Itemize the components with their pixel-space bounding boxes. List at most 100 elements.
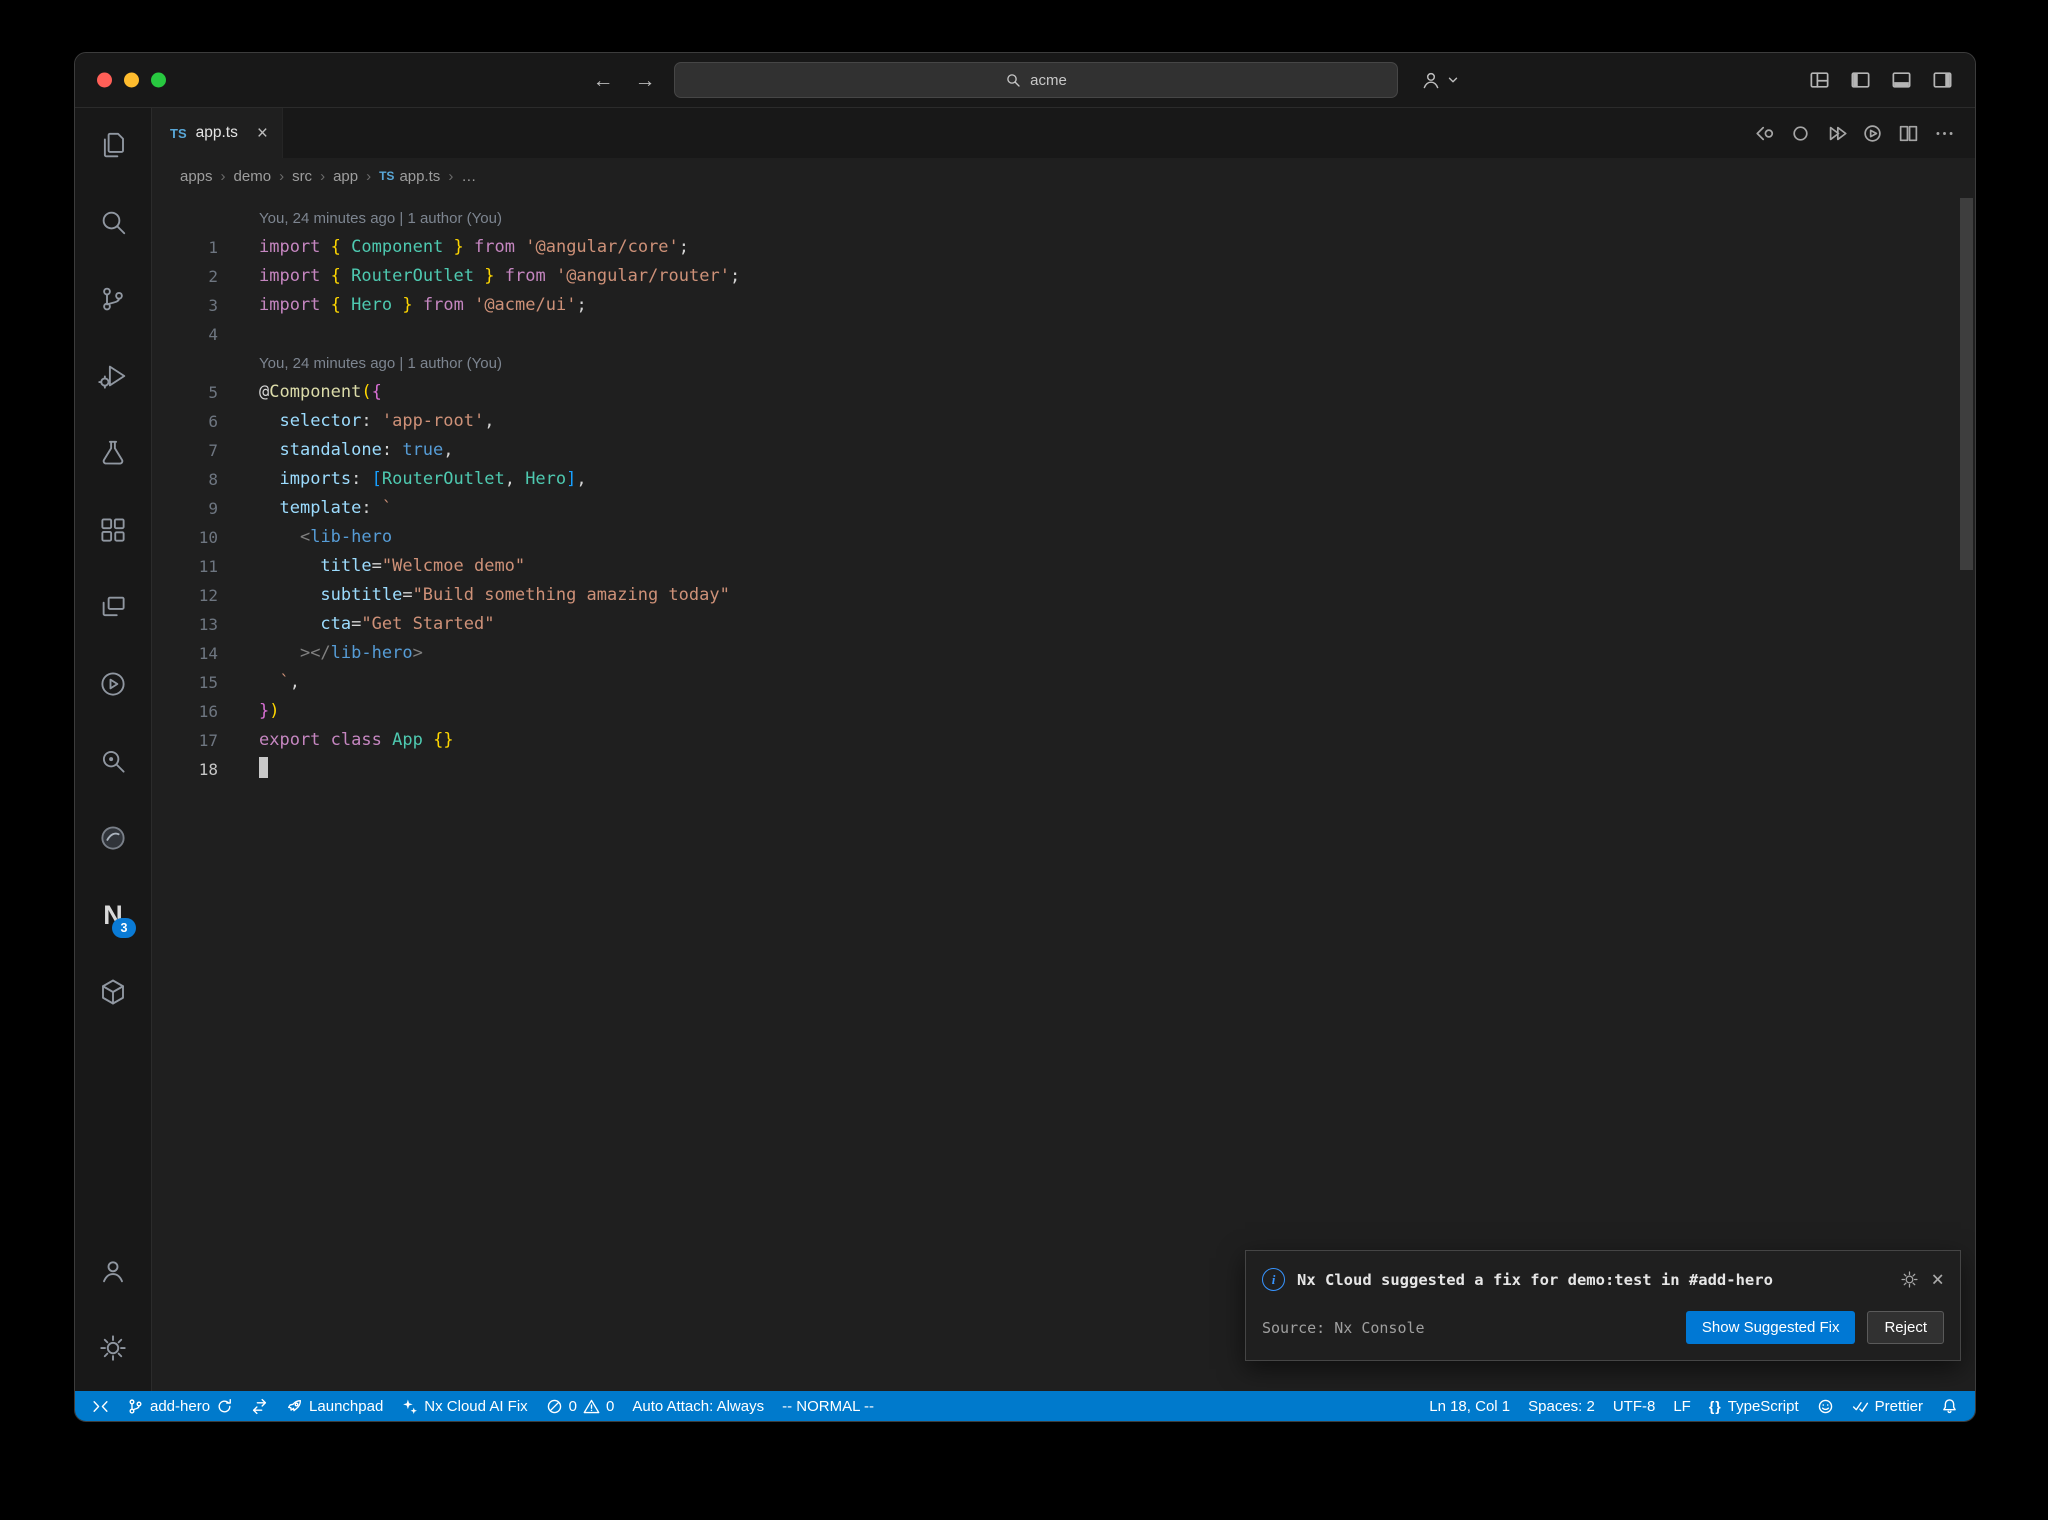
open-changes-button[interactable] bbox=[1754, 123, 1775, 144]
command-center-group: ← → acme bbox=[590, 62, 1460, 98]
blame-annotation[interactable]: You, 24 minutes ago | 1 author (You) bbox=[152, 349, 1975, 378]
gear-icon bbox=[98, 1333, 128, 1363]
code-line-2[interactable]: 2 import { RouterOutlet } from '@angular/… bbox=[152, 262, 1975, 291]
activity-azure[interactable] bbox=[89, 813, 137, 863]
code-line-9[interactable]: 9 template: ` bbox=[152, 494, 1975, 523]
breadcrumb-separator: › bbox=[366, 167, 372, 185]
customize-layout-button[interactable] bbox=[1809, 70, 1830, 91]
branch-icon bbox=[127, 1398, 144, 1415]
scrollbar-thumb[interactable] bbox=[1960, 198, 1973, 570]
activity-run-debug[interactable] bbox=[89, 351, 137, 401]
line-number: 6 bbox=[208, 412, 218, 431]
sparkle-icon bbox=[401, 1398, 418, 1415]
code-line-14[interactable]: 14 ></lib-hero> bbox=[152, 639, 1975, 668]
editor-actions bbox=[1754, 108, 1975, 158]
toggle-panel-button[interactable] bbox=[1891, 70, 1912, 91]
toggle-secondary-sidebar-button[interactable] bbox=[1932, 70, 1953, 91]
status-git-branch[interactable]: add-hero bbox=[118, 1391, 242, 1421]
run-all-button[interactable] bbox=[1826, 123, 1847, 144]
breadcrumb-item[interactable]: TS app.ts bbox=[379, 168, 440, 185]
more-actions-button[interactable] bbox=[1934, 123, 1955, 144]
status-notifications-bell[interactable] bbox=[1932, 1391, 1967, 1421]
activity-code-runner[interactable] bbox=[89, 659, 137, 709]
activity-search-editor[interactable] bbox=[89, 736, 137, 786]
minimize-window-button[interactable] bbox=[124, 72, 139, 88]
activity-bar: N3 bbox=[75, 108, 152, 1391]
code-line-18[interactable]: 18 bbox=[152, 755, 1975, 784]
run-button[interactable] bbox=[1862, 123, 1883, 144]
status-prettier[interactable]: Prettier bbox=[1843, 1391, 1932, 1421]
account-menu-button[interactable] bbox=[1420, 69, 1460, 91]
code-line-16[interactable]: 16}) bbox=[152, 697, 1975, 726]
code-line-1[interactable]: 1 import { Component } from '@angular/cor… bbox=[152, 233, 1975, 262]
status-vim-mode[interactable]: -- NORMAL -- bbox=[773, 1391, 883, 1421]
status-problems[interactable]: 00 bbox=[537, 1391, 624, 1421]
line-number: 2 bbox=[208, 267, 218, 286]
code-line-13[interactable]: 13 cta="Get Started" bbox=[152, 610, 1975, 639]
code-line-5[interactable]: 5 @Component({ bbox=[152, 378, 1975, 407]
breadcrumb-item[interactable]: demo bbox=[234, 168, 272, 185]
breadcrumb-item[interactable]: app bbox=[333, 168, 358, 185]
close-window-button[interactable] bbox=[97, 72, 112, 88]
tab-app-ts[interactable]: TS app.ts × bbox=[152, 108, 283, 158]
status-encoding[interactable]: UTF-8 bbox=[1604, 1391, 1665, 1421]
code-rows: You, 24 minutes ago | 1 author (You) 1 imp… bbox=[152, 194, 1975, 784]
windows-icon bbox=[98, 592, 128, 622]
breadcrumb-item[interactable]: … bbox=[461, 168, 476, 185]
activity-explorer[interactable] bbox=[89, 120, 137, 170]
status-feedback[interactable] bbox=[1808, 1391, 1843, 1421]
activity-search[interactable] bbox=[89, 197, 137, 247]
code-line-11[interactable]: 11 title="Welcmoe demo" bbox=[152, 552, 1975, 581]
code-line-4[interactable]: 4 bbox=[152, 320, 1975, 349]
reject-button[interactable]: Reject bbox=[1867, 1311, 1944, 1344]
code-line-10[interactable]: 10 <lib-hero bbox=[152, 523, 1975, 552]
status-eol[interactable]: LF bbox=[1664, 1391, 1700, 1421]
activity-settings[interactable] bbox=[89, 1323, 137, 1373]
show-suggested-fix-button[interactable]: Show Suggested Fix bbox=[1685, 1311, 1856, 1344]
breadcrumb-separator: › bbox=[220, 167, 226, 185]
split-editor-button[interactable] bbox=[1898, 123, 1919, 144]
status-language-mode[interactable]: {} TypeScript bbox=[1700, 1391, 1808, 1421]
line-number: 8 bbox=[208, 470, 218, 489]
status-nx-cloud-ai-fix[interactable]: Nx Cloud AI Fix bbox=[392, 1391, 536, 1421]
activity-accounts[interactable] bbox=[89, 1246, 137, 1296]
circle-outline-icon bbox=[1793, 125, 1808, 141]
command-center-search[interactable]: acme bbox=[674, 62, 1398, 98]
status-auto-attach[interactable]: Auto Attach: Always bbox=[623, 1391, 773, 1421]
activity-testing[interactable] bbox=[89, 428, 137, 478]
code-line-6[interactable]: 6 selector: 'app-root', bbox=[152, 407, 1975, 436]
code-line-7[interactable]: 7 standalone: true, bbox=[152, 436, 1975, 465]
status-remote-indicator[interactable] bbox=[83, 1391, 118, 1421]
status-launchpad[interactable]: Launchpad bbox=[277, 1391, 392, 1421]
navigate-forward-button[interactable]: → bbox=[632, 70, 658, 91]
line-number: 3 bbox=[208, 296, 218, 315]
activity-nx-console[interactable]: N3 bbox=[89, 890, 137, 940]
status-cursor-position[interactable]: Ln 18, Col 1 bbox=[1420, 1391, 1519, 1421]
circle-outline-button[interactable] bbox=[1790, 123, 1811, 144]
navigate-back-button[interactable]: ← bbox=[590, 70, 616, 91]
code-line-3[interactable]: 3 import { Hero } from '@acme/ui'; bbox=[152, 291, 1975, 320]
editor[interactable]: You, 24 minutes ago | 1 author (You) 1 imp… bbox=[152, 194, 1975, 1391]
activity-extensions[interactable] bbox=[89, 505, 137, 555]
line-number: 9 bbox=[208, 499, 218, 518]
blame-annotation[interactable]: You, 24 minutes ago | 1 author (You) bbox=[152, 204, 1975, 233]
code-line-15[interactable]: 15 `, bbox=[152, 668, 1975, 697]
code-line-17[interactable]: 17 export class App {} bbox=[152, 726, 1975, 755]
activity-remote-explorer[interactable] bbox=[89, 582, 137, 632]
breadcrumb-item[interactable]: apps bbox=[180, 168, 213, 185]
breadcrumb-item[interactable]: src bbox=[292, 168, 312, 185]
close-tab-button[interactable]: × bbox=[257, 124, 268, 143]
zoom-window-button[interactable] bbox=[151, 72, 166, 88]
source-control-icon bbox=[98, 284, 128, 314]
notification-settings-icon[interactable] bbox=[1900, 1270, 1919, 1289]
toggle-primary-sidebar-button[interactable] bbox=[1850, 70, 1871, 91]
activity-source-control[interactable] bbox=[89, 274, 137, 324]
code-line-12[interactable]: 12 subtitle="Build something amazing tod… bbox=[152, 581, 1975, 610]
notification-close-icon[interactable]: × bbox=[1931, 1269, 1944, 1290]
notification-toast: i Nx Cloud suggested a fix for demo:test… bbox=[1245, 1250, 1961, 1361]
code-line-8[interactable]: 8 imports: [RouterOutlet, Hero], bbox=[152, 465, 1975, 494]
status-compare-status[interactable] bbox=[242, 1391, 277, 1421]
vscode-window: ← → acme N3 TS app.ts × apps › demo › sr… bbox=[74, 52, 1976, 1422]
status-indentation[interactable]: Spaces: 2 bbox=[1519, 1391, 1604, 1421]
activity-containers[interactable] bbox=[89, 967, 137, 1017]
